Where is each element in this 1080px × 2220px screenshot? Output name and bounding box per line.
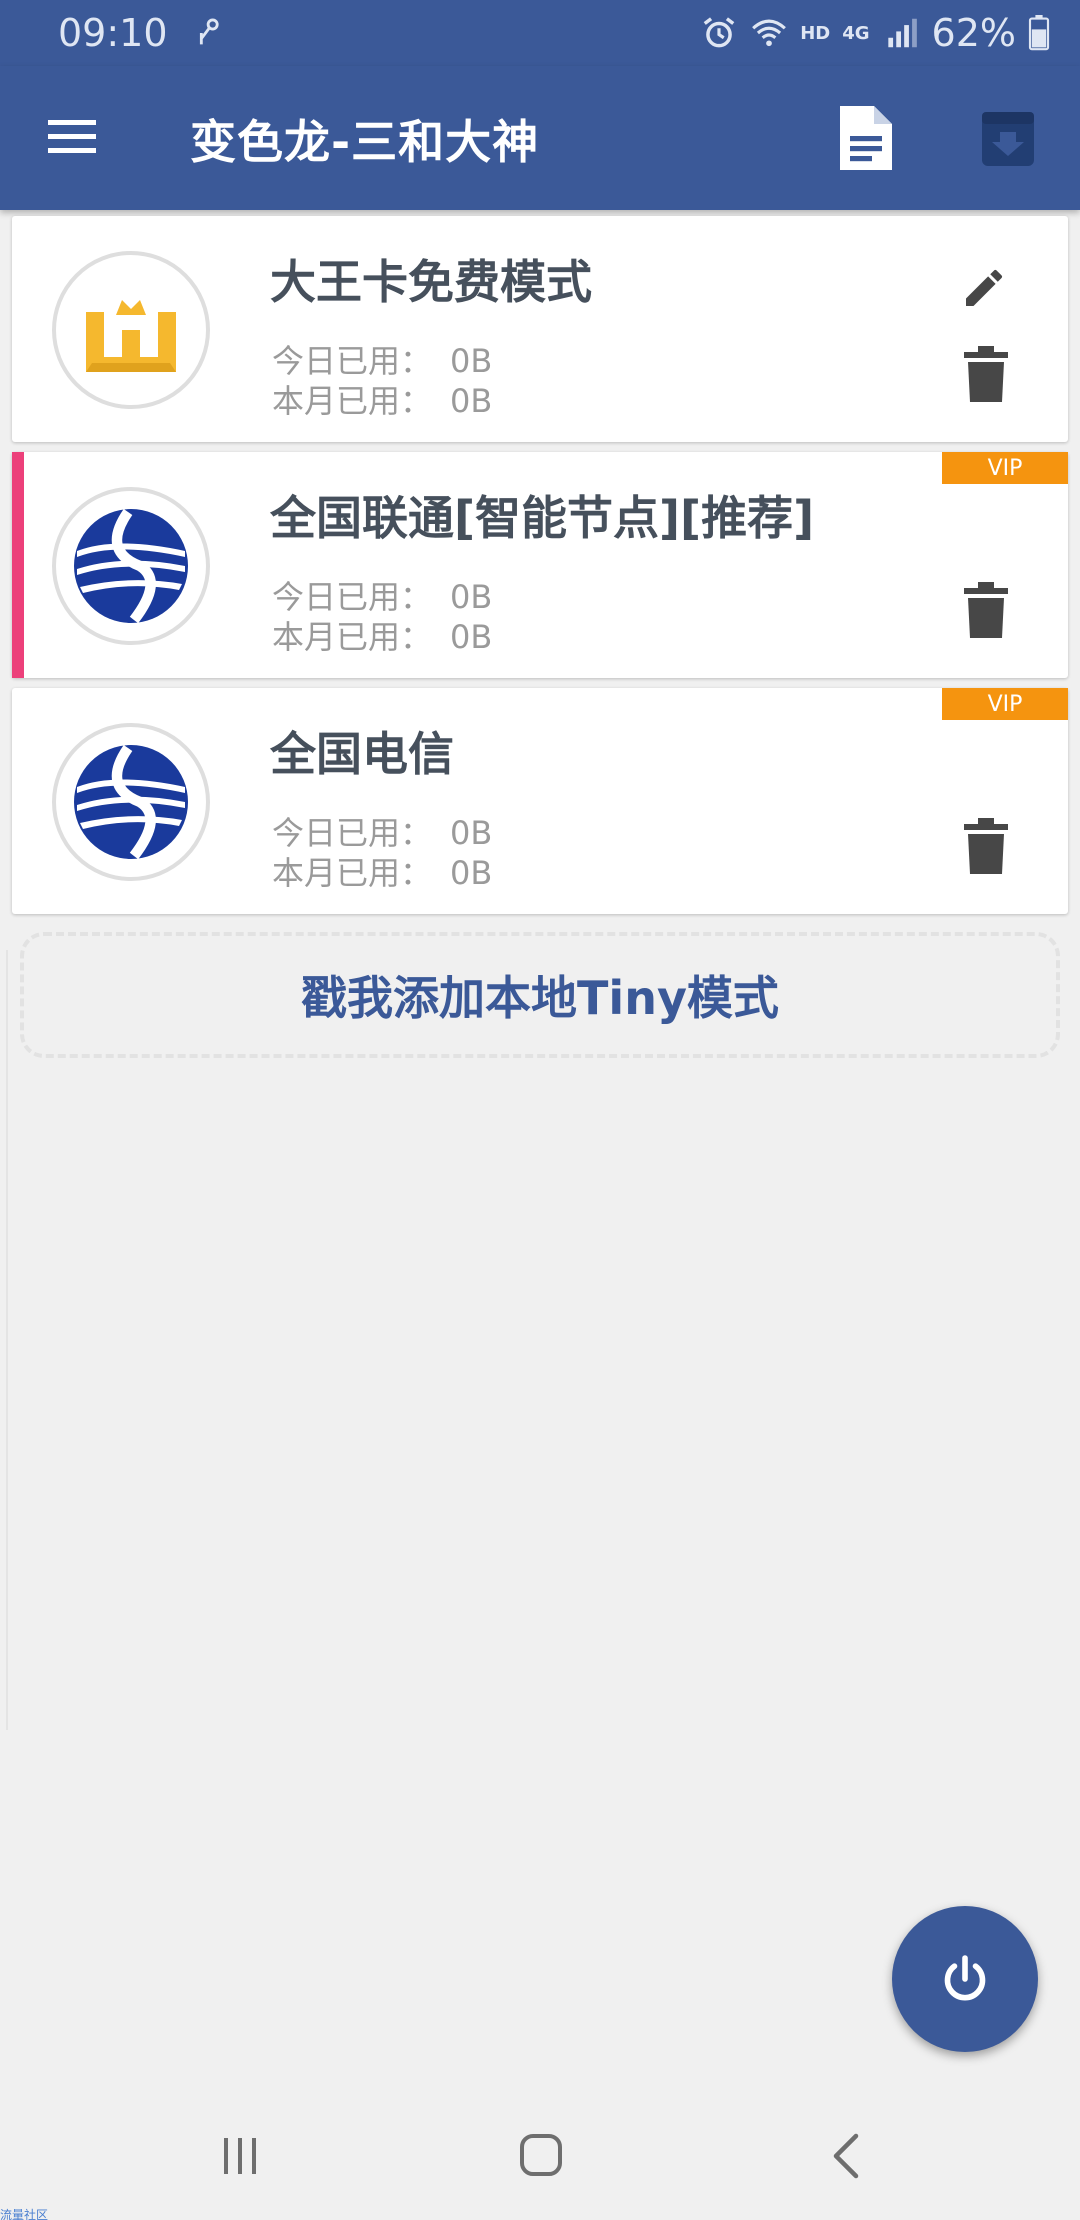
status-icons: HD 4G 62% <box>700 11 1050 55</box>
usage-today-value: 0B <box>450 342 493 380</box>
wifi-icon <box>752 19 787 47</box>
delete-icon[interactable] <box>964 582 1008 638</box>
usage-month: 本月已用： 0B <box>272 612 492 658</box>
usage-today-value: 0B <box>450 814 493 852</box>
document-icon[interactable] <box>836 102 896 174</box>
usage-today-value: 0B <box>450 578 493 616</box>
usage-month: 本月已用： 0B <box>272 848 492 894</box>
dawangka-logo <box>52 251 210 409</box>
usage-month-value: 0B <box>450 854 493 892</box>
swirl-logo-icon <box>74 745 188 860</box>
usage-today-label: 今日已用： <box>272 578 433 616</box>
app-bar: 变色龙-三和大神 <box>0 66 1080 210</box>
power-button[interactable] <box>892 1906 1038 2052</box>
usage-month-label: 本月已用： <box>272 382 433 420</box>
unicom-logo <box>52 487 210 645</box>
vip-badge: VIP <box>942 452 1068 484</box>
alarm-icon <box>703 17 735 48</box>
screen: 09:10 HD 4G 62% 变色龙-三和大神 大王卡免费模式 今日已用： 0… <box>0 0 1080 2220</box>
app-title: 变色龙-三和大神 <box>190 115 540 169</box>
add-local-mode-button[interactable]: 戳我添加本地Tiny模式 <box>20 932 1060 1058</box>
battery-percent: 62% <box>931 11 1016 55</box>
usage-today-label: 今日已用： <box>272 342 433 380</box>
delete-icon[interactable] <box>964 346 1008 402</box>
usage-month-label: 本月已用： <box>272 854 433 892</box>
archive-download-icon[interactable] <box>980 108 1036 168</box>
usage-month-value: 0B <box>450 618 493 656</box>
mode-card-dawangka[interactable]: 大王卡免费模式 今日已用： 0B 本月已用： 0B <box>12 216 1068 442</box>
edit-icon[interactable] <box>960 264 1008 312</box>
watermark: 流量社区 <box>0 2208 49 2220</box>
mode-title: 全国联通[智能节点][推荐] <box>270 491 815 545</box>
swirl-logo-icon <box>74 509 188 624</box>
delete-icon[interactable] <box>964 818 1008 874</box>
menu-icon[interactable] <box>42 112 102 162</box>
back-icon[interactable] <box>826 2132 866 2180</box>
usage-month-label: 本月已用： <box>272 618 433 656</box>
crown-logo-icon <box>86 300 176 372</box>
usage-month-value: 0B <box>450 382 493 420</box>
status-bar: 09:10 HD 4G 62% <box>0 0 1080 66</box>
battery-icon <box>1028 15 1050 51</box>
signal-icon <box>887 18 917 48</box>
vip-badge: VIP <box>942 688 1068 720</box>
system-nav-bar <box>0 2092 1080 2220</box>
add-local-mode-label: 戳我添加本地Tiny模式 <box>301 971 779 1025</box>
recent-apps-icon[interactable] <box>218 2134 262 2178</box>
status-network-type: 4G <box>842 22 870 44</box>
usage-month: 本月已用： 0B <box>272 376 492 422</box>
usage-today-label: 今日已用： <box>272 814 433 852</box>
status-hd: HD <box>800 22 831 44</box>
mode-card-telecom[interactable]: 全国电信 今日已用： 0B 本月已用： 0B VIP <box>12 688 1068 914</box>
link-icon <box>199 18 219 45</box>
home-icon[interactable] <box>518 2132 564 2178</box>
mode-card-unicom[interactable]: 全国联通[智能节点][推荐] 今日已用： 0B 本月已用： 0B VIP <box>12 452 1068 678</box>
power-icon <box>944 1955 986 2001</box>
status-time: 09:10 <box>58 11 168 55</box>
telecom-logo <box>52 723 210 881</box>
mode-title: 大王卡免费模式 <box>270 255 592 309</box>
mode-title: 全国电信 <box>270 727 454 781</box>
list-edge <box>6 950 8 1730</box>
